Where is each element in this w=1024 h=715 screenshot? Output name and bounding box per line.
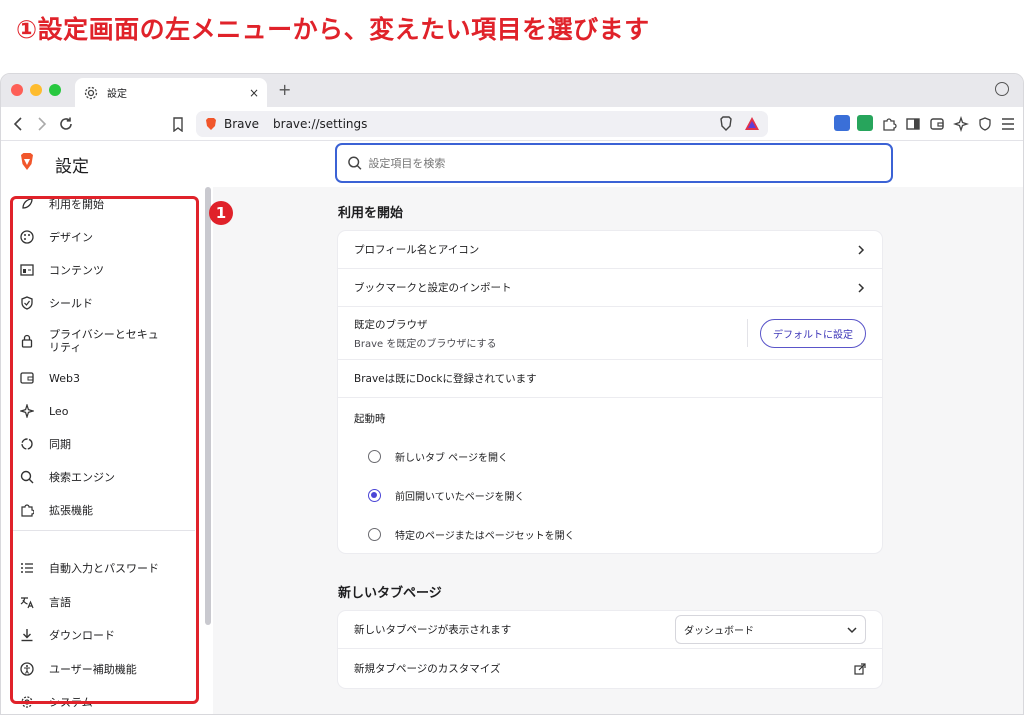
browser-toolbar: Brave brave://settings [1, 107, 1023, 141]
radio-button[interactable] [368, 528, 381, 541]
annotation-step-badge: 1 [209, 201, 233, 225]
default-browser-title: 既定のブラウザ [354, 318, 428, 331]
tab-list-icon[interactable] [995, 82, 1009, 96]
instruction-caption: ①設定画面の左メニューから、変えたい項目を選びます [16, 15, 650, 44]
chevron-down-icon [847, 626, 857, 633]
new-tab-customize-row[interactable]: 新規タブページのカスタマイズ [338, 649, 882, 688]
chevron-right-icon [858, 282, 865, 293]
startup-option-new-tab[interactable]: 新しいタブ ページを開く [368, 449, 508, 464]
tab-bar: 設定 × + [1, 74, 1023, 107]
extension-green-icon[interactable] [857, 115, 873, 131]
menu-icon[interactable] [999, 115, 1017, 133]
rewards-icon[interactable] [744, 116, 760, 132]
sidebar-toggle-icon[interactable] [904, 115, 922, 133]
chevron-right-icon [858, 244, 865, 255]
brave-label: Brave [224, 117, 260, 131]
import-row[interactable]: ブックマークと設定のインポート [338, 269, 882, 307]
search-icon [348, 156, 362, 170]
close-tab-icon[interactable]: × [249, 86, 259, 100]
new-tab-card: 新しいタブページが表示されます ダッシュボード 新規タブページのカスタマイズ [338, 611, 882, 688]
new-tab-shows-row: 新しいタブページが表示されます ダッシュボード [338, 611, 882, 649]
tab-settings[interactable]: 設定 × [75, 78, 267, 107]
minimize-window-button[interactable] [30, 84, 42, 96]
brave-lion-icon [206, 118, 216, 130]
default-browser-row: 既定のブラウザ Brave を既定のブラウザにする デフォルトに設定 [338, 307, 882, 360]
annotation-highlight-box [10, 196, 199, 704]
extensions-puzzle-icon[interactable] [880, 115, 898, 133]
brave-logo-icon [21, 153, 33, 170]
startup-option-specific-pages[interactable]: 特定のページまたはページセットを開く [368, 527, 575, 542]
back-icon[interactable] [9, 115, 27, 133]
profile-row[interactable]: プロフィール名とアイコン [338, 231, 882, 269]
section-title-getting-started: 利用を開始 [338, 206, 404, 221]
vpn-icon[interactable] [976, 115, 994, 133]
set-default-button[interactable]: デフォルトに設定 [760, 318, 866, 348]
default-browser-desc: Brave を既定のブラウザにする [354, 338, 497, 350]
gear-icon [84, 86, 98, 99]
sidebar-scrollbar[interactable] [205, 187, 211, 625]
new-tab-button[interactable]: + [278, 80, 291, 99]
radio-button-selected[interactable] [368, 489, 381, 502]
wallet-icon[interactable] [928, 115, 946, 133]
zoom-window-button[interactable] [49, 84, 61, 96]
section-title-new-tab: 新しいタブページ [338, 586, 442, 601]
shields-icon[interactable] [718, 116, 734, 132]
startup-title-row: 起動時 [354, 412, 386, 425]
tab-title: 設定 [107, 89, 127, 100]
settings-search-input[interactable] [368, 156, 881, 170]
row-separator [747, 319, 748, 347]
extension-blue-icon[interactable] [834, 115, 850, 131]
url-text[interactable]: brave://settings [273, 117, 708, 131]
settings-search-box[interactable] [335, 143, 893, 183]
dock-row: Braveは既にDockに登録されています [338, 360, 882, 398]
settings-header: 設定 [1, 141, 1023, 187]
new-tab-shows-select[interactable]: ダッシュボード [675, 615, 866, 644]
close-window-button[interactable] [11, 84, 23, 96]
settings-main: 利用を開始 プロフィール名とアイコン ブックマークと設定のインポート 既定のブラ… [215, 187, 1023, 714]
startup-option-continue[interactable]: 前回開いていたページを開く [368, 488, 525, 503]
leo-sparkle-icon[interactable] [952, 115, 970, 133]
external-link-icon [854, 662, 866, 675]
page-title: 設定 [55, 157, 89, 177]
forward-icon[interactable] [33, 115, 51, 133]
address-bar[interactable]: Brave brave://settings [196, 111, 768, 137]
getting-started-card: プロフィール名とアイコン ブックマークと設定のインポート 既定のブラウザ Bra… [338, 231, 882, 553]
radio-button[interactable] [368, 450, 381, 463]
bookmark-icon[interactable] [169, 115, 187, 133]
reload-icon[interactable] [57, 115, 75, 133]
